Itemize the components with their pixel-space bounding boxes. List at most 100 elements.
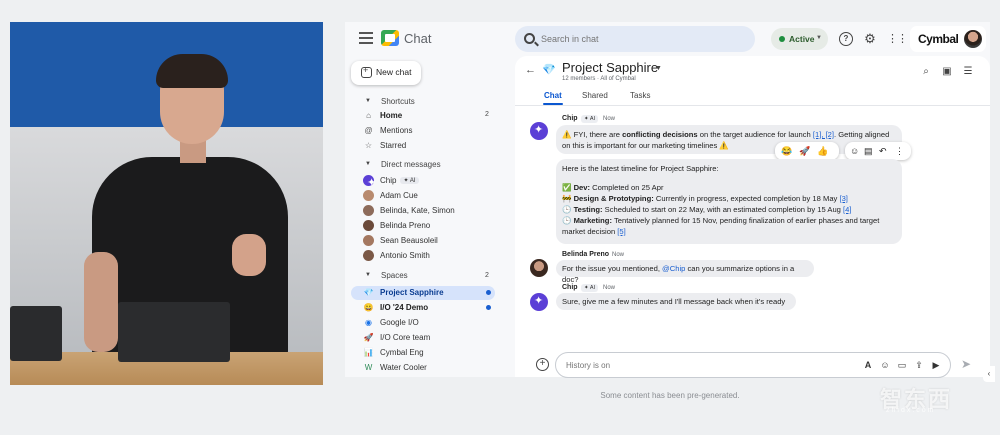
tab-chat[interactable]: Chat <box>544 91 562 100</box>
spaces-heading[interactable]: Spaces <box>381 271 408 280</box>
video-meeting-icon[interactable]: ▶ <box>930 359 942 371</box>
space-item-water-cooler[interactable]: W Water Cooler <box>351 361 495 375</box>
reference-link[interactable]: [3] <box>839 194 847 203</box>
gear-icon[interactable]: ⚙ <box>863 32 877 46</box>
timeline-item-dev: ✅ Dev: Completed on 25 Apr <box>562 183 664 192</box>
sidebar-item-label: Home <box>380 111 403 120</box>
user-avatar[interactable] <box>964 30 982 48</box>
message-composer[interactable]: A ☺ ▭ ⇪ ▶ <box>555 352 951 378</box>
rocket-emoji-icon[interactable]: 🚀 <box>799 145 810 157</box>
apps-grid-icon[interactable]: ⋮⋮⋮ <box>887 32 918 46</box>
collapse-caret-icon[interactable]: ▼ <box>365 272 371 278</box>
tab-shared[interactable]: Shared <box>582 91 608 100</box>
space-item-project-sapphire[interactable]: 💎 Project Sapphire <box>351 286 495 300</box>
gemini-avatar-icon[interactable] <box>530 293 548 311</box>
reply-icon[interactable]: ↶ <box>879 145 887 157</box>
search-icon[interactable] <box>524 33 535 44</box>
ai-badge: ✦ AI <box>581 284 599 292</box>
add-reaction-icon[interactable]: ☺ <box>850 145 859 157</box>
status-selector[interactable]: Active ▼ <box>771 28 828 50</box>
space-title[interactable]: Project Sapphire <box>562 60 658 75</box>
more-options-icon[interactable]: ⋮ <box>895 145 904 157</box>
send-icon[interactable]: ➤ <box>961 357 971 371</box>
search-bar[interactable] <box>515 26 755 52</box>
chevron-left-icon[interactable]: ‹ <box>983 366 995 382</box>
sidebar-item-home[interactable]: ⌂ Home 2 <box>351 109 495 123</box>
account-brand[interactable]: Cymbal <box>910 26 986 52</box>
space-label: I/O '24 Demo <box>380 303 429 312</box>
direct-messages-heading[interactable]: Direct messages <box>381 160 441 169</box>
sidebar-item-mentions[interactable]: @ Mentions <box>351 124 495 138</box>
avatar[interactable] <box>530 259 548 277</box>
timeline-item-marketing: 🕒 Marketing: Tentatively planned for 15 … <box>562 216 880 225</box>
message-sender: Belinda Preno <box>562 251 610 258</box>
star-icon: ☆ <box>364 141 373 150</box>
dm-item-chip[interactable]: Chip✦ AI <box>351 174 495 189</box>
search-input[interactable] <box>541 31 741 47</box>
app-name: Chat <box>404 31 432 46</box>
unread-count: 2 <box>485 111 489 118</box>
message-sender: Chip <box>562 284 578 291</box>
upload-icon[interactable]: ⇪ <box>913 359 925 371</box>
new-chat-button[interactable]: New chat <box>351 61 421 85</box>
at-icon: @ <box>364 126 373 135</box>
reference-link[interactable]: [5] <box>617 227 625 236</box>
dm-item-belinda-preno[interactable]: Belinda Preno <box>351 219 495 233</box>
home-icon: ⌂ <box>366 111 371 120</box>
timeline-item-design: 🚧 Design & Prototyping: Currently in pro… <box>562 194 848 203</box>
thread-panel-icon[interactable]: ☰ <box>962 66 974 78</box>
reference-link[interactable]: [4] <box>843 205 851 214</box>
gif-icon[interactable]: ▭ <box>896 359 908 371</box>
search-icon[interactable]: ⌕ <box>920 66 932 78</box>
back-arrow-icon[interactable]: ← <box>525 64 536 76</box>
reference-link[interactable]: [1], [2] <box>813 130 834 139</box>
thumbs-up-emoji-icon[interactable]: 👍 <box>817 145 828 157</box>
dm-label: Adam Cue <box>380 191 418 200</box>
collapse-caret-icon[interactable]: ▼ <box>365 98 371 104</box>
text-format-icon[interactable]: A <box>862 359 874 371</box>
mention-chip[interactable]: @Chip <box>662 264 685 273</box>
space-label: Cymbal Eng <box>380 348 424 357</box>
pregenerated-footnote: Some content has been pre-generated. <box>600 391 740 400</box>
chart-icon: 📊 <box>363 348 374 357</box>
sidebar-item-starred[interactable]: ☆ Starred <box>351 139 495 153</box>
dm-item-group[interactable]: Belinda, Kate, Simon <box>351 204 495 218</box>
help-icon[interactable]: ? <box>839 32 853 46</box>
presenter-hand <box>232 234 266 276</box>
grin-emoji-icon[interactable]: 😂 <box>781 145 792 157</box>
unread-dot-icon <box>486 290 491 295</box>
message-bubble: For the issue you mentioned, @Chip can y… <box>556 260 814 284</box>
gemini-avatar-icon[interactable] <box>530 122 548 140</box>
dm-label: Chip <box>380 176 397 185</box>
google-io-icon: ◉ <box>365 318 372 327</box>
picture-in-picture-icon[interactable]: ▣ <box>941 66 953 78</box>
tab-tasks[interactable]: Tasks <box>630 91 650 100</box>
dm-label: Sean Beausoleil <box>380 236 438 245</box>
space-item-cymbal-eng[interactable]: 📊 Cymbal Eng <box>351 346 495 360</box>
sidebar-item-label: Starred <box>380 141 407 150</box>
sidebar-item-label: Mentions <box>380 126 413 135</box>
emoji-icon[interactable]: ☺ <box>879 359 891 371</box>
collapse-caret-icon[interactable]: ▼ <box>365 161 371 167</box>
dm-label: Antonio Smith <box>380 251 430 260</box>
dm-item-sean-beausoleil[interactable]: Sean Beausoleil <box>351 234 495 248</box>
space-item-google-io[interactable]: ◉ Google I/O <box>351 316 495 330</box>
space-label: Project Sapphire <box>380 288 444 297</box>
avatar <box>363 250 374 261</box>
add-attachment-icon[interactable]: + <box>536 358 549 371</box>
shortcuts-heading[interactable]: Shortcuts <box>381 97 415 106</box>
reply-in-thread-icon[interactable]: ▤ <box>864 145 873 157</box>
hamburger-menu-icon[interactable] <box>359 32 373 44</box>
message-time: Now <box>603 285 616 291</box>
space-item-io-24-demo[interactable]: 😀 I/O '24 Demo <box>351 301 495 315</box>
quick-reactions: 😂 🚀 👍 <box>775 142 839 160</box>
caret-down-icon[interactable]: ▼ <box>655 65 662 72</box>
dm-item-antonio-smith[interactable]: Antonio Smith <box>351 249 495 263</box>
check-icon: ✅ <box>562 183 574 192</box>
avatar <box>363 220 374 231</box>
dm-item-adam-cue[interactable]: Adam Cue <box>351 189 495 203</box>
message-input[interactable] <box>566 358 846 372</box>
space-item-io-core-team[interactable]: 🚀 I/O Core team <box>351 331 495 345</box>
message-time: Now <box>603 116 616 122</box>
timeline-item-testing: 🕒 Testing: Scheduled to start on 22 May,… <box>562 205 852 214</box>
